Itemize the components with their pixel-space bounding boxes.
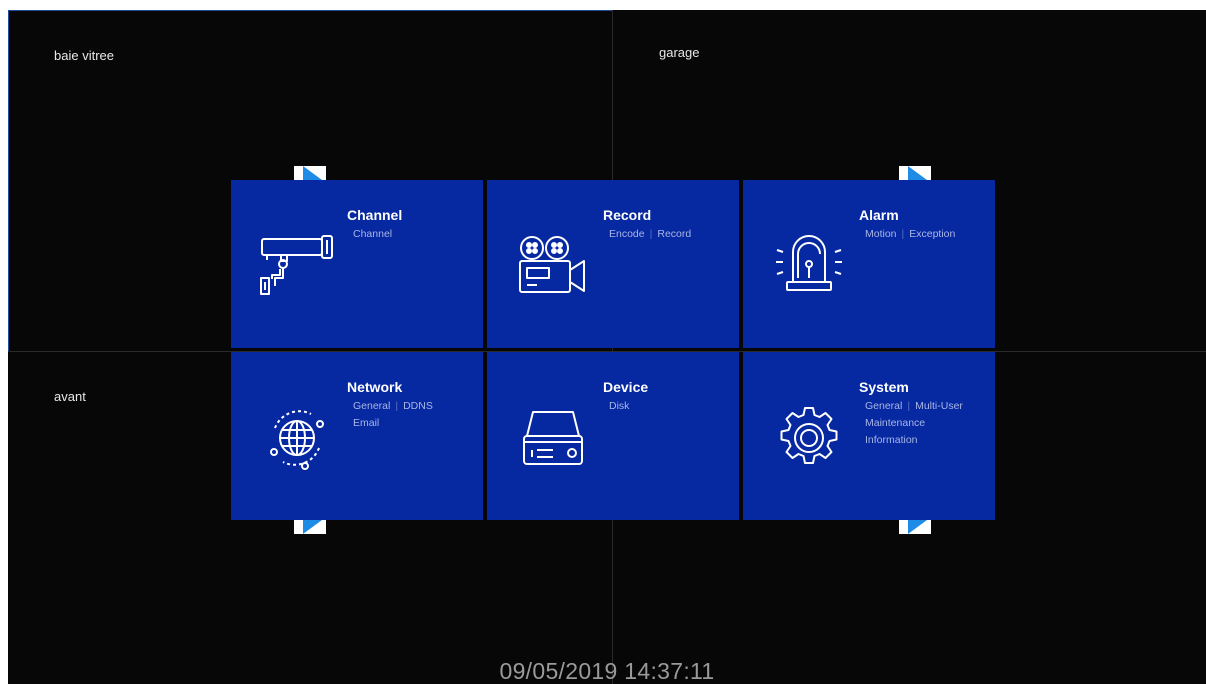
alarm-submenu: Motion | Exception [859, 226, 989, 243]
separator: | [649, 228, 653, 240]
playback-marker-icon [294, 166, 326, 180]
camera-label-avant: avant [54, 389, 86, 404]
submenu-item-channel[interactable]: Channel [353, 226, 392, 243]
gear-icon [780, 407, 838, 464]
submenu-item-exception[interactable]: Exception [909, 226, 955, 243]
menu-tile-system[interactable]: System General | Multi-User Maintenance In… [743, 352, 995, 520]
camera-icon [260, 235, 333, 295]
playback-marker-icon [899, 166, 931, 180]
submenu-item-information[interactable]: Information [865, 432, 918, 449]
date-time-display: 09/05/2019 14:37:11 [499, 658, 715, 684]
live-view-grid: baie vitree garage avant Channel Channel… [8, 10, 1206, 684]
submenu-item-motion[interactable]: Motion [865, 226, 897, 243]
network-title: Network [347, 379, 403, 395]
submenu-item-maintenance[interactable]: Maintenance [865, 415, 925, 432]
hard-disk-icon [523, 411, 583, 465]
record-submenu: Encode | Record [603, 226, 733, 243]
camera-label-garage: garage [659, 45, 700, 60]
submenu-item-record[interactable]: Record [657, 226, 691, 243]
submenu-item-email[interactable]: Email [353, 415, 379, 432]
menu-tile-device[interactable]: Device Disk [487, 352, 739, 520]
network-submenu: General | DDNS Email [347, 398, 477, 432]
siren-icon [776, 235, 842, 291]
video-camera-icon [519, 236, 585, 293]
submenu-item-general[interactable]: General [353, 398, 390, 415]
system-title: System [859, 379, 909, 395]
menu-tile-record[interactable]: Record Encode | Record [487, 180, 739, 348]
record-title: Record [603, 207, 652, 223]
device-submenu: Disk [603, 398, 733, 415]
main-menu: Channel Channel Record Encode | Record A… [231, 180, 995, 520]
device-title: Device [603, 379, 649, 395]
submenu-item-general[interactable]: General [865, 398, 902, 415]
channel-submenu: Channel [347, 226, 477, 243]
playback-marker-icon [899, 520, 931, 534]
separator: | [395, 400, 399, 412]
camera-label-baie-vitree: baie vitree [54, 48, 114, 63]
menu-tile-channel[interactable]: Channel Channel [231, 180, 483, 348]
separator: | [901, 228, 905, 240]
globe-icon [270, 410, 324, 470]
channel-title: Channel [347, 207, 403, 223]
separator: | [907, 400, 911, 412]
submenu-item-disk[interactable]: Disk [609, 398, 629, 415]
alarm-title: Alarm [859, 207, 899, 223]
menu-tile-network[interactable]: Network General | DDNS Email [231, 352, 483, 520]
submenu-item-multi-user[interactable]: Multi-User [915, 398, 963, 415]
submenu-item-ddns[interactable]: DDNS [403, 398, 433, 415]
playback-marker-icon [294, 520, 326, 534]
system-submenu: General | Multi-User Maintenance Informati… [859, 398, 989, 449]
submenu-item-encode[interactable]: Encode [609, 226, 645, 243]
menu-tile-alarm[interactable]: Alarm Motion | Exception [743, 180, 995, 348]
